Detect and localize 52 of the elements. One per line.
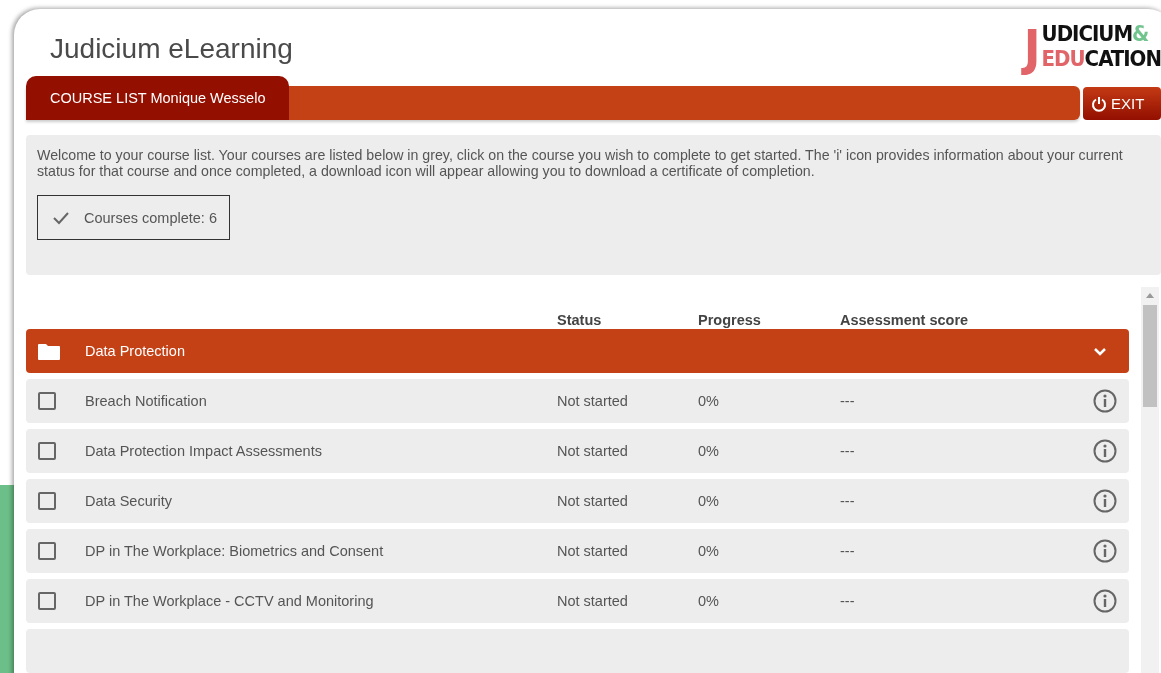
status-cell-text: Not started <box>557 593 629 609</box>
course-name: Data Protection Impact Assessments <box>85 443 323 459</box>
check-icon <box>52 210 70 225</box>
course-row[interactable]: DP in The Workplace: Biometrics and Consent Not started 0% --- <box>26 529 1129 573</box>
course-name: Data Security <box>85 493 174 509</box>
column-header: Assessment score <box>840 312 970 328</box>
course-row[interactable]: Data Security Not started 0% --- <box>26 479 1129 523</box>
power-icon <box>1091 95 1107 112</box>
info-icon[interactable] <box>1093 589 1117 613</box>
checkbox[interactable] <box>38 592 56 610</box>
app-title: Judicium eLearning <box>50 33 293 65</box>
score-cell-text: --- <box>840 593 856 609</box>
chevron-down-icon[interactable] <box>1093 345 1107 357</box>
status-cell-text: Not started <box>557 493 629 509</box>
course-row[interactable]: DP in The Workplace - CCTV and Monitoring Not started 0% --- <box>26 579 1129 623</box>
group-name: Data Protection <box>85 343 186 359</box>
course-name: DP in The Workplace: Biometrics and Consent <box>85 543 385 559</box>
tab[interactable]: COURSE LIST Monique Wesselo <box>26 76 290 120</box>
status-cell-text: Not started <box>557 393 629 409</box>
course-name: Breach Notification <box>85 393 208 409</box>
progress-cell-text: 0% <box>698 493 720 509</box>
checkbox[interactable] <box>38 492 56 510</box>
score-cell-text: --- <box>840 443 856 459</box>
info-icon[interactable] <box>1093 389 1117 413</box>
score-cell-text: --- <box>840 543 856 559</box>
status-cell-text: Not started <box>557 543 629 559</box>
scrollbar[interactable] <box>1141 287 1159 673</box>
score-cell-text: --- <box>840 493 856 509</box>
checkbox[interactable] <box>38 542 56 560</box>
courses-complete-text: Courses complete: 6 <box>84 209 217 226</box>
info-icon[interactable] <box>1093 489 1117 513</box>
progress-cell-text: 0% <box>698 543 720 559</box>
checkbox[interactable] <box>38 442 56 460</box>
info-icon[interactable] <box>1093 539 1117 563</box>
scroll-up-icon[interactable] <box>1146 292 1154 298</box>
column-header: Status <box>557 312 603 328</box>
intro-text: Welcome to your course list. Your courses are listed below in grey, click on the course you wish to complete to get started. The 'i' icon provides information about your current status for that course and once completed, a download icon will appear allowing you to download a certificate of completion. <box>37 147 1124 179</box>
info-icon[interactable] <box>1093 439 1117 463</box>
folder-icon <box>38 342 60 360</box>
course-name: DP in The Workplace - CCTV and Monitoring <box>85 593 375 609</box>
progress-cell-text: 0% <box>698 393 720 409</box>
score-cell-text: --- <box>840 393 856 409</box>
progress-cell-text: 0% <box>698 593 720 609</box>
column-header: Progress <box>698 312 762 328</box>
course-group-header[interactable]: Data Protection <box>26 329 1129 373</box>
status-cell-text: Not started <box>557 443 629 459</box>
course-row[interactable]: Breach Notification Not started 0% --- <box>26 379 1129 423</box>
course-row[interactable]: Data Protection Impact Assessments Not started 0% --- <box>26 429 1129 473</box>
exit-button[interactable]: EXIT <box>1083 87 1161 120</box>
checkbox[interactable] <box>38 392 56 410</box>
progress-cell-text: 0% <box>698 443 720 459</box>
scrollbar-thumb[interactable] <box>1143 305 1157 407</box>
